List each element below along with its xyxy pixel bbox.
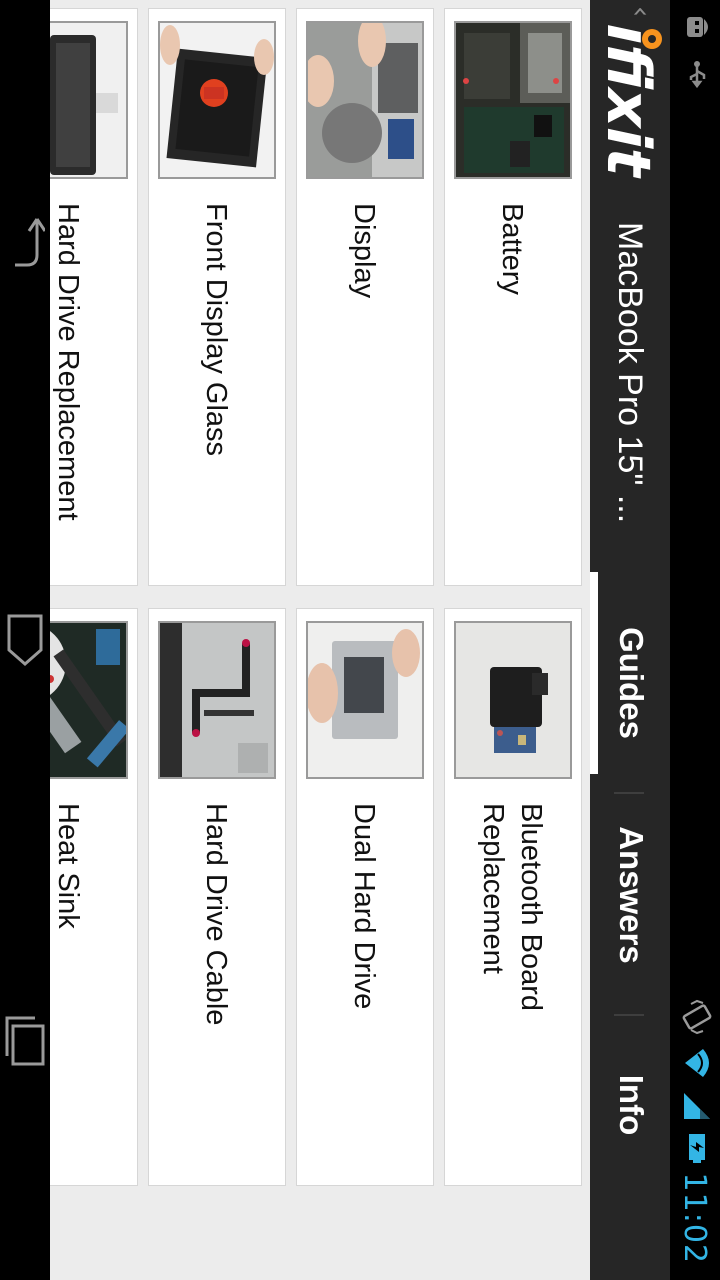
- guide-thumbnail: [454, 21, 572, 179]
- signal-icon: [676, 1089, 714, 1123]
- selected-tab-indicator: [590, 572, 598, 774]
- guide-title: Front Display Glass: [200, 203, 232, 457]
- navigation-bar: [0, 0, 50, 1280]
- guide-title: Hard Drive Cable: [200, 803, 232, 1026]
- home-icon: [7, 614, 43, 666]
- recent-apps-icon: [5, 1016, 45, 1066]
- guide-card-battery[interactable]: Battery: [444, 8, 582, 586]
- guide-title: Display: [348, 203, 380, 299]
- vibrate-icon: [673, 997, 717, 1037]
- ifixit-logo[interactable]: ifixit: [594, 8, 664, 218]
- recent-apps-button[interactable]: [0, 1000, 50, 1080]
- action-bar: ‹ ifixit MacBook Pro 15" ... Guides Answ…: [590, 0, 670, 1280]
- app-screen: 11:02 ‹ ifixit MacBook Pro 15" ... Guide…: [0, 0, 720, 1280]
- back-icon: [15, 218, 45, 267]
- guide-title-text: Bluetooth Board Replacement: [477, 803, 547, 1011]
- guide-title: Bluetooth Board Replacement: [443, 803, 581, 1043]
- page-title: MacBook Pro 15" ...: [611, 222, 649, 524]
- tab-divider: [614, 792, 644, 794]
- guide-card-display[interactable]: Display: [296, 8, 434, 586]
- tab-info[interactable]: Info: [590, 1020, 670, 1190]
- guide-thumbnail: [306, 621, 424, 779]
- guide-title: Battery: [496, 203, 528, 295]
- guide-title: Dual Hard Drive: [348, 803, 380, 1010]
- guide-thumbnail: [306, 21, 424, 179]
- battery-charging-icon: [676, 1131, 714, 1165]
- guide-card-bluetooth-board[interactable]: Bluetooth Board Replacement: [444, 608, 582, 1186]
- guide-thumbnail: [158, 621, 276, 779]
- guides-grid: Battery Bluetooth Board Replacement Disp…: [0, 0, 590, 1280]
- android-debug-icon: [676, 10, 714, 44]
- usb-icon: [676, 58, 714, 92]
- tab-divider: [614, 1014, 644, 1016]
- guide-thumbnail: [454, 621, 572, 779]
- guide-card-hard-drive-cable[interactable]: Hard Drive Cable: [148, 608, 286, 1186]
- guide-card-front-display-glass[interactable]: Front Display Glass: [148, 8, 286, 586]
- status-bar: 11:02: [670, 0, 720, 1280]
- back-button[interactable]: [0, 200, 50, 280]
- guide-card-dual-hard-drive[interactable]: Dual Hard Drive: [296, 608, 434, 1186]
- tab-answers[interactable]: Answers: [590, 800, 670, 990]
- tab-guides[interactable]: Guides: [590, 588, 670, 778]
- home-button[interactable]: [0, 600, 50, 680]
- status-clock: 11:02: [677, 1172, 713, 1264]
- guide-thumbnail: [158, 21, 276, 179]
- wifi-icon: [675, 1045, 715, 1081]
